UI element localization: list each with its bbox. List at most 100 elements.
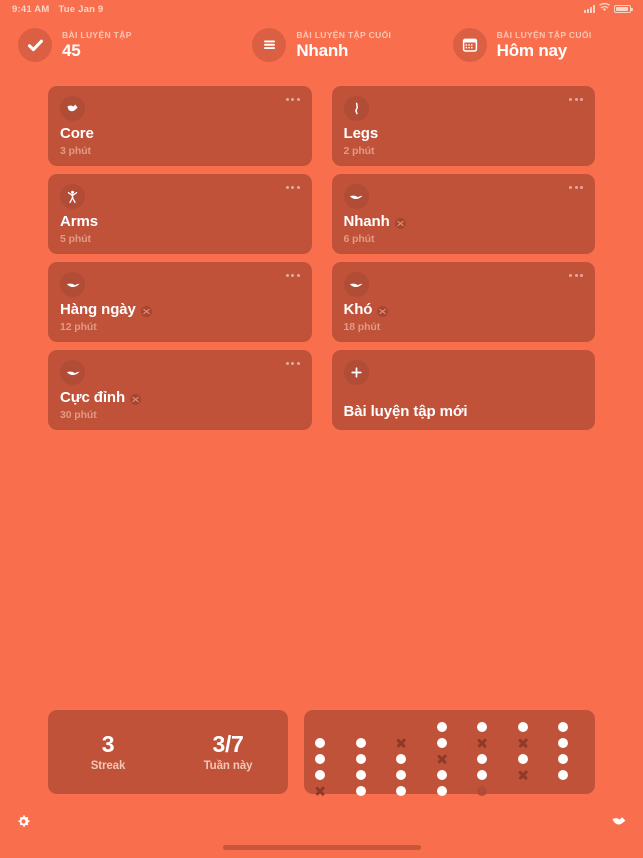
more-options-icon[interactable] [285, 186, 300, 189]
app-logo-icon[interactable] [611, 814, 627, 832]
wifi-icon [599, 2, 610, 15]
workout-card-title-row: Core [60, 125, 300, 143]
workout-card-title-row: Nhanh [343, 213, 584, 231]
status-time: 9:41 AM [12, 3, 50, 15]
workout-card[interactable]: Arms 5 phút [48, 174, 312, 254]
wing-exercise-icon [60, 360, 85, 385]
history-column [476, 722, 488, 802]
new-workout-card[interactable]: Bài luyện tập mới [331, 350, 595, 430]
workout-title: Arms [60, 213, 98, 231]
history-dot-completed [396, 770, 406, 780]
workout-card-title-row: Hàng ngày [60, 301, 300, 319]
history-dot-completed [315, 754, 325, 764]
workout-title: Legs [343, 125, 379, 143]
workout-card-body: Cực đỉnh 30 phút [60, 389, 300, 421]
history-column [314, 738, 326, 802]
streak-label: Streak [90, 760, 126, 773]
status-bar-left: 9:41 AM Tue Jan 9 [12, 4, 103, 15]
more-options-icon[interactable] [285, 362, 300, 365]
bottom-stats-panel: 3 Streak 3/7 Tuần này [48, 710, 595, 796]
plus-icon [343, 360, 369, 385]
checkmark-icon [18, 28, 52, 62]
workout-card-title-row: Khó [343, 301, 584, 319]
workout-card[interactable]: Legs 2 phút [331, 86, 595, 166]
bottom-bar [0, 806, 643, 858]
workout-card[interactable]: Cực đỉnh 30 phút [48, 350, 312, 430]
cellular-signal-icon [584, 5, 595, 13]
workout-card-title-row: Arms [60, 213, 300, 231]
arms-exercise-icon [60, 184, 85, 209]
streak-value: 3 [101, 730, 115, 757]
workout-title: Nhanh [343, 213, 390, 231]
history-dot-completed [355, 754, 366, 764]
history-column [557, 722, 569, 786]
legs-exercise-icon [343, 96, 369, 121]
header-stat-value: Hôm nay [496, 40, 568, 60]
history-dot-completed [517, 754, 528, 764]
streak-stat: 3 Streak [48, 732, 168, 772]
history-dots-panel[interactable] [304, 710, 595, 796]
new-workout-body: Bài luyện tập mới [343, 403, 584, 421]
workout-card[interactable]: Nhanh 6 phút [331, 174, 595, 254]
more-options-icon[interactable] [569, 98, 583, 101]
history-dot-completed [558, 722, 568, 732]
shuffle-badge-icon [377, 306, 389, 318]
history-column [436, 722, 448, 802]
history-dot-completed [517, 722, 528, 732]
header-stat-value: 45 [62, 40, 81, 60]
history-dot-completed [436, 786, 447, 796]
header-stat-total-workouts[interactable]: BÀI LUYỆN TẬP 45 [18, 28, 220, 62]
history-dot-completed [477, 722, 487, 732]
week-label: Tuần này [203, 760, 253, 773]
more-options-icon[interactable] [285, 274, 300, 277]
workout-duration: 30 phút [60, 409, 97, 421]
workout-title: Core [60, 125, 94, 143]
workout-title: Khó [343, 301, 373, 319]
history-dot-completed [558, 770, 568, 780]
history-dot-completed [477, 754, 487, 764]
history-dot-completed [436, 738, 447, 748]
gear-icon[interactable] [16, 814, 31, 834]
workout-card[interactable]: Hàng ngày 12 phút [48, 262, 312, 342]
workout-card-grid: Core 3 phút Legs 2 phút Arms 5 phút Nhan… [0, 86, 643, 430]
header-stat-last-workout-date[interactable]: BÀI LUYỆN TẬP CUỐI Hôm nay [423, 28, 625, 62]
workout-duration: 6 phút [343, 233, 375, 245]
list-icon [252, 28, 287, 62]
workout-card-body: Nhanh 6 phút [343, 213, 584, 245]
history-dot-completed [436, 770, 447, 780]
status-date: Tue Jan 9 [58, 3, 104, 15]
workout-card-body: Core 3 phút [60, 125, 300, 157]
more-options-icon[interactable] [569, 274, 583, 277]
new-workout-title: Bài luyện tập mới [343, 403, 468, 421]
history-dot-completed [315, 738, 325, 748]
wing-exercise-icon [60, 272, 85, 297]
shuffle-badge-icon [130, 394, 142, 406]
battery-icon [614, 5, 633, 13]
history-dot-completed [477, 770, 487, 780]
header-stat-last-workout[interactable]: BÀI LUYỆN TẬP CUỐI Nhanh [220, 28, 422, 62]
workout-card[interactable]: Khó 18 phút [331, 262, 595, 342]
wing-exercise-icon [343, 272, 369, 297]
workout-card[interactable]: Core 3 phút [48, 86, 312, 166]
header-stats-bar: BÀI LUYỆN TẬP 45 BÀI LUYỆN TẬP CUỐI Nhan… [0, 18, 643, 72]
workout-title: Cực đỉnh [60, 389, 126, 407]
more-options-icon[interactable] [569, 186, 583, 189]
history-column [355, 738, 367, 802]
new-workout-title-row: Bài luyện tập mới [343, 403, 584, 421]
history-mark-missed [518, 738, 528, 748]
history-dot-completed [355, 770, 366, 780]
workout-card-body: Arms 5 phút [60, 213, 300, 245]
history-dot-completed [558, 738, 568, 748]
workout-card-body: Khó 18 phút [343, 301, 584, 333]
workout-duration: 3 phút [60, 145, 91, 157]
history-mark-missed [477, 738, 487, 748]
shuffle-badge-icon [140, 306, 152, 318]
workout-card-title-row: Cực đỉnh [60, 389, 300, 407]
workout-duration: 5 phút [60, 233, 91, 245]
workout-title: Hàng ngày [60, 301, 136, 319]
workout-card-body: Legs 2 phút [343, 125, 584, 157]
streak-panel[interactable]: 3 Streak 3/7 Tuần này [48, 710, 288, 794]
history-dot-completed [355, 738, 366, 748]
workout-duration: 12 phút [60, 321, 97, 333]
more-options-icon[interactable] [285, 98, 300, 101]
